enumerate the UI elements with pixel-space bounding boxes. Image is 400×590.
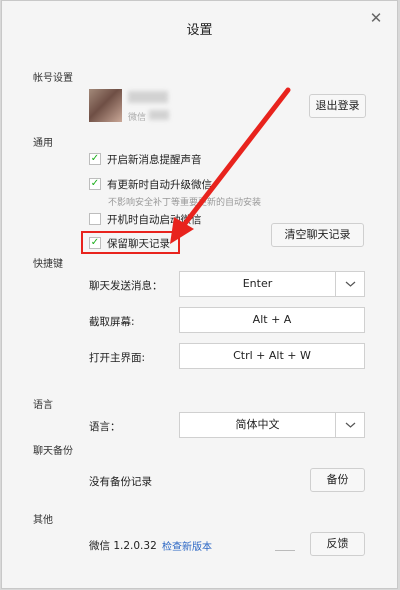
section-backup: 聊天备份 bbox=[33, 446, 73, 457]
arrow-shaft bbox=[177, 87, 291, 233]
language-select[interactable]: 简体中文 bbox=[179, 412, 365, 438]
shortcut-label-main: 打开主界面: bbox=[89, 352, 146, 364]
version-text: 微信 1.2.0.32 bbox=[89, 540, 157, 552]
backup-empty-text: 没有备份记录 bbox=[89, 476, 152, 488]
check-update-link[interactable]: 检查新版本 bbox=[162, 538, 212, 553]
shortcut-label-send: 聊天发送消息： bbox=[89, 280, 163, 292]
shortcut-screenshot-field[interactable]: Alt + A bbox=[179, 307, 365, 333]
shortcut-send-select[interactable]: Enter bbox=[179, 271, 365, 297]
section-shortcuts: 快捷键 bbox=[33, 259, 63, 270]
shortcut-main-window-field[interactable]: Ctrl + Alt + W bbox=[179, 343, 365, 369]
settings-window: 设置 ✕ 帐号设置 微信 退出登录 通用 ✓ 开启新消息提醒声音 ✓ 有更新时自… bbox=[1, 0, 398, 589]
chevron-down-icon bbox=[345, 281, 356, 287]
arrow-head bbox=[170, 217, 194, 244]
section-language: 语言 bbox=[33, 400, 53, 411]
divider bbox=[275, 550, 295, 551]
dropdown-toggle[interactable] bbox=[335, 272, 365, 296]
section-other: 其他 bbox=[33, 515, 53, 526]
feedback-button[interactable]: 反馈 bbox=[310, 532, 365, 556]
language-label: 语言： bbox=[89, 421, 121, 433]
dropdown-toggle[interactable] bbox=[335, 413, 365, 437]
shortcut-send-value: Enter bbox=[242, 277, 273, 290]
backup-button[interactable]: 备份 bbox=[310, 468, 365, 492]
chevron-down-icon bbox=[345, 422, 356, 428]
language-value: 简体中文 bbox=[235, 418, 280, 431]
shortcut-label-screenshot: 截取屏幕: bbox=[89, 316, 135, 328]
